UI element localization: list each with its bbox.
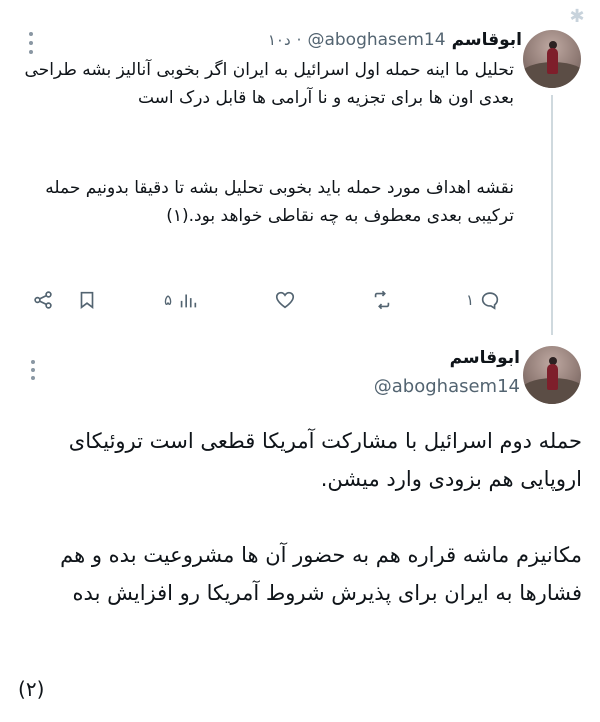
- display-name[interactable]: ابوقاسم: [374, 348, 520, 368]
- separator-dot: ·: [296, 31, 302, 49]
- tweet-text-paragraph-1: تحلیل ما اینه حمله اول اسرائیل به ایران …: [24, 60, 514, 108]
- timestamp[interactable]: ۱۰د: [268, 31, 291, 49]
- tweet-header: ابوقاسم @aboghasem14 · ۱۰د: [268, 28, 522, 52]
- tweet-text-paragraph-1: حمله دوم اسرائیل با مشارکت آمریکا قطعی ا…: [68, 429, 582, 491]
- avatar[interactable]: [523, 346, 581, 404]
- retweet-button[interactable]: [371, 289, 393, 311]
- bookmark-button[interactable]: [76, 289, 98, 311]
- views-button[interactable]: ۵: [164, 289, 199, 311]
- retweet-icon: [374, 290, 390, 310]
- thread-connector-line: [551, 95, 553, 335]
- avatar[interactable]: [523, 30, 581, 88]
- views-count: ۵: [164, 291, 173, 309]
- bookmark-icon: [80, 291, 94, 309]
- handle[interactable]: @aboghasem14: [374, 376, 520, 397]
- footnote-number: (۲): [18, 677, 45, 701]
- views-icon: [180, 294, 197, 308]
- tweet-text-paragraph-2: مکانیزم ماشه قراره هم به حضور آن ها مشرو…: [60, 543, 582, 605]
- tweet-header: ابوقاسم @aboghasem14: [374, 348, 520, 397]
- more-options-icon[interactable]: [30, 360, 36, 380]
- tweet-2[interactable]: ابوقاسم @aboghasem14 حمله دوم اسرائیل با…: [0, 330, 600, 722]
- tweet-actions-bar: ۵ ۱: [26, 286, 506, 314]
- more-options-icon[interactable]: [28, 32, 34, 54]
- tweet-text-paragraph-2: نقشه اهداف مورد حمله باید بخوبی تحلیل بش…: [45, 178, 514, 226]
- reply-count: ۱: [466, 291, 475, 309]
- share-button[interactable]: [32, 289, 54, 311]
- like-button[interactable]: [274, 289, 296, 311]
- tweet-1[interactable]: ابوقاسم @aboghasem14 · ۱۰د تحلیل ما اینه…: [0, 0, 600, 335]
- display-name[interactable]: ابوقاسم: [452, 30, 522, 50]
- handle[interactable]: @aboghasem14: [307, 30, 445, 50]
- reply-button[interactable]: ۱: [466, 289, 501, 311]
- like-icon: [275, 291, 295, 309]
- reply-icon: [481, 292, 499, 310]
- share-icon: [34, 291, 52, 309]
